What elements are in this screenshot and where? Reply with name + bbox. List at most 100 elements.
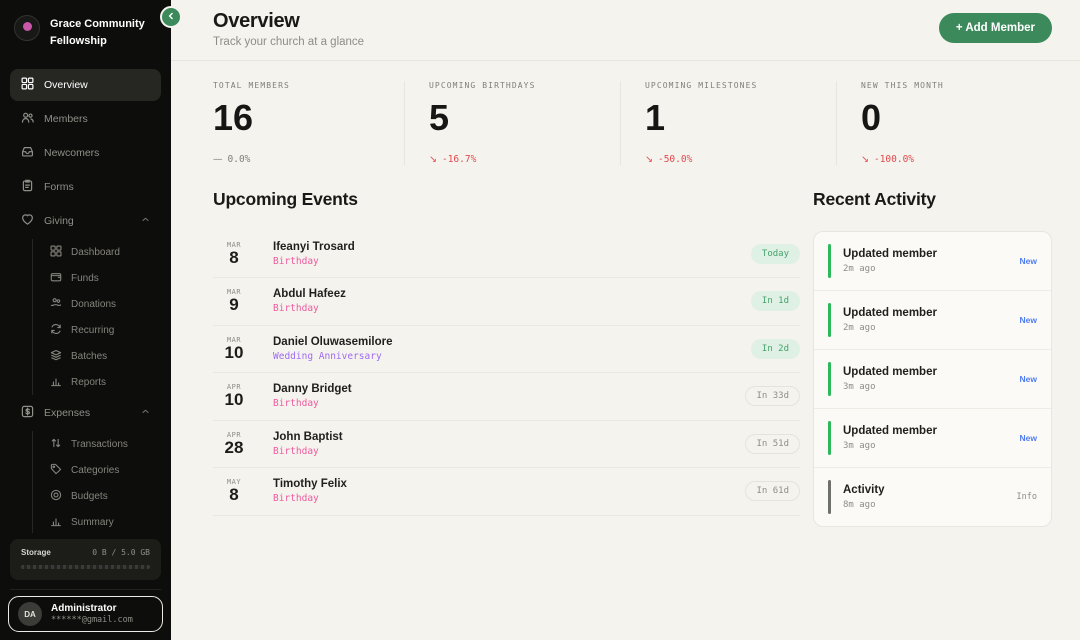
sidebar-item-giving-dashboard[interactable]: Dashboard: [44, 239, 161, 265]
user-name: Administrator: [51, 603, 133, 614]
sidebar-item-giving-batches[interactable]: Batches: [44, 343, 161, 369]
sidebar-item-forms[interactable]: Forms: [10, 171, 161, 203]
bar-chart-icon: [50, 375, 62, 390]
upcoming-events-section: Upcoming Events MAR 8 Ifeanyi Trosard Bi…: [213, 189, 800, 640]
sidebar-item-expenses-transactions[interactable]: Transactions: [44, 431, 161, 457]
sidebar-item-giving-recurring[interactable]: Recurring: [44, 317, 161, 343]
event-badge: Today: [751, 244, 800, 264]
event-date: APR 28: [213, 431, 255, 458]
sidebar-item-giving[interactable]: Giving: [10, 205, 161, 237]
event-row[interactable]: MAR 9 Abdul Hafeez Birthday In 1d: [213, 278, 800, 326]
event-day: 10: [213, 344, 255, 363]
chevron-up-icon: [141, 407, 150, 419]
activity-indicator-bar: [828, 303, 831, 337]
sidebar-item-expenses-budgets[interactable]: Budgets: [44, 483, 161, 509]
activity-card: Updated member 2m ago New Updated member…: [813, 231, 1052, 527]
users-icon: [21, 111, 34, 127]
grid-icon: [50, 245, 62, 260]
sidebar-item-label: Expenses: [44, 407, 90, 419]
event-row[interactable]: APR 10 Danny Bridget Birthday In 33d: [213, 373, 800, 421]
sidebar-item-label: Transactions: [71, 439, 128, 450]
event-date: MAR 8: [213, 241, 255, 268]
activity-time: 3m ago: [843, 441, 1020, 451]
chevron-left-icon: [166, 8, 176, 26]
activity-indicator-bar: [828, 244, 831, 278]
event-name: Abdul Hafeez: [273, 288, 751, 300]
sidebar-item-label: Overview: [44, 79, 88, 91]
sidebar-item-label: Budgets: [71, 491, 108, 502]
sidebar-item-newcomers[interactable]: Newcomers: [10, 137, 161, 169]
sidebar-item-label: Dashboard: [71, 247, 120, 258]
stat-delta-value: -16.7%: [442, 154, 476, 165]
stat-delta-value: -50.0%: [658, 154, 692, 165]
activity-row: Updated member 3m ago New: [814, 409, 1051, 468]
activity-indicator-bar: [828, 362, 831, 396]
sidebar-item-overview[interactable]: Overview: [10, 69, 161, 101]
stat-delta: ↘ -16.7%: [429, 154, 620, 165]
activity-tag: New: [1020, 433, 1037, 443]
stat-value: 0: [861, 98, 1052, 138]
activity-row: Updated member 2m ago New: [814, 291, 1051, 350]
wallet-icon: [50, 271, 62, 286]
stat-new-this-month: NEW THIS MONTH 0 ↘ -100.0%: [836, 81, 1052, 165]
main-content: Overview Track your church at a glance +…: [171, 0, 1080, 640]
upcoming-events-title: Upcoming Events: [213, 189, 800, 210]
stat-label: UPCOMING BIRTHDAYS: [429, 81, 620, 90]
event-row[interactable]: MAR 8 Ifeanyi Trosard Birthday Today: [213, 231, 800, 279]
activity-tag: New: [1020, 256, 1037, 266]
stat-value: 1: [645, 98, 836, 138]
recent-activity-title: Recent Activity: [813, 189, 1052, 210]
activity-tag: New: [1020, 315, 1037, 325]
heart-icon: [21, 213, 34, 229]
event-name: Daniel Oluwasemilore: [273, 336, 751, 348]
sidebar-item-expenses-categories[interactable]: Categories: [44, 457, 161, 483]
user-email: ******@gmail.com: [51, 615, 133, 625]
trend-down-icon: ↘: [429, 154, 437, 165]
grid-icon: [21, 77, 34, 93]
event-type: Birthday: [273, 493, 745, 504]
storage-value: 0 B / 5.0 GB: [92, 548, 150, 557]
sidebar-item-label: Funds: [71, 273, 99, 284]
user-menu[interactable]: DA Administrator ******@gmail.com: [8, 596, 163, 632]
expenses-submenu: Transactions Categories Budgets Summary: [32, 431, 161, 533]
sidebar-item-giving-donations[interactable]: Donations: [44, 291, 161, 317]
org-logo: [14, 15, 40, 41]
sidebar-item-label: Categories: [71, 465, 119, 476]
page-header: Overview Track your church at a glance +…: [171, 0, 1080, 61]
arrows-up-down-icon: [50, 437, 62, 452]
storage-widget: Storage 0 B / 5.0 GB: [10, 539, 161, 580]
sidebar-item-giving-funds[interactable]: Funds: [44, 265, 161, 291]
activity-row: Updated member 2m ago New: [814, 232, 1051, 291]
sidebar-collapse-button[interactable]: [160, 6, 182, 28]
event-type: Birthday: [273, 398, 745, 409]
sidebar-item-giving-reports[interactable]: Reports: [44, 369, 161, 395]
add-member-button[interactable]: + Add Member: [939, 13, 1052, 43]
content-columns: Upcoming Events MAR 8 Ifeanyi Trosard Bi…: [171, 175, 1080, 640]
event-row[interactable]: MAY 8 Timothy Felix Birthday In 61d: [213, 468, 800, 516]
sidebar-item-members[interactable]: Members: [10, 103, 161, 135]
sidebar-item-label: Batches: [71, 351, 107, 362]
event-date: MAR 9: [213, 288, 255, 315]
org-header: Grace Community Fellowship: [0, 0, 171, 65]
chevron-up-icon: [141, 215, 150, 227]
event-row[interactable]: MAR 10 Daniel Oluwasemilore Wedding Anni…: [213, 326, 800, 374]
activity-title: Updated member: [843, 366, 1020, 378]
event-row[interactable]: APR 28 John Baptist Birthday In 51d: [213, 421, 800, 469]
target-icon: [50, 489, 62, 504]
sidebar-item-label: Donations: [71, 299, 116, 310]
event-name: Timothy Felix: [273, 478, 745, 490]
event-badge: In 33d: [745, 386, 800, 406]
clipboard-icon: [21, 179, 34, 195]
events-list: MAR 8 Ifeanyi Trosard Birthday Today MAR…: [213, 231, 800, 516]
stat-total-members: TOTAL MEMBERS 16 — 0.0%: [213, 81, 404, 165]
sidebar: Grace Community Fellowship Overview Memb…: [0, 0, 171, 640]
sidebar-item-expenses-summary[interactable]: Summary: [44, 509, 161, 533]
sidebar-item-expenses[interactable]: Expenses: [10, 397, 161, 429]
stat-upcoming-milestones: UPCOMING MILESTONES 1 ↘ -50.0%: [620, 81, 836, 165]
activity-tag: Info: [1017, 492, 1037, 502]
inbox-icon: [21, 145, 34, 161]
stat-value: 16: [213, 98, 404, 138]
activity-time: 8m ago: [843, 500, 1017, 510]
trend-flat-icon: —: [213, 154, 223, 165]
stats-row: TOTAL MEMBERS 16 — 0.0% UPCOMING BIRTHDA…: [171, 61, 1080, 175]
